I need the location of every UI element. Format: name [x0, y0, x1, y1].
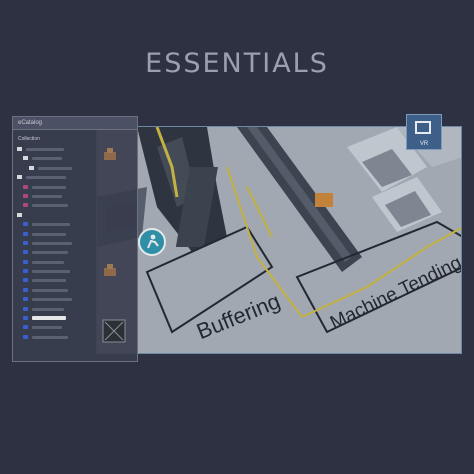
catalog-item[interactable]: [17, 183, 135, 192]
catalog-item-label: [32, 223, 70, 227]
vr-label: VR: [419, 141, 429, 147]
catalog-item-label: [26, 148, 64, 151]
catalog-item-label: [32, 241, 72, 245]
folder-icon: [17, 147, 22, 151]
item-icon: [23, 250, 28, 255]
folder-icon: [23, 156, 28, 161]
catalog-item-label: [38, 166, 72, 170]
robot-icon[interactable]: [101, 146, 119, 164]
item-icon: [23, 203, 28, 208]
collection-label: Collection: [18, 136, 40, 142]
catalog-item-label: [32, 251, 68, 255]
item-icon: [23, 334, 28, 339]
item-icon: [23, 193, 28, 198]
vr-headset-icon: [415, 121, 431, 134]
item-icon: [23, 325, 28, 330]
catalog-item[interactable]: [17, 173, 135, 182]
item-icon: [23, 259, 28, 264]
robot-icon[interactable]: [101, 318, 127, 344]
catalog-item-label: [26, 176, 66, 180]
catalog-item[interactable]: [17, 239, 135, 248]
catalog-item-label: [32, 335, 68, 339]
catalog-item-label: [32, 260, 64, 264]
item-icon: [23, 287, 28, 292]
catalog-item-label: [32, 204, 68, 208]
catalog-item-label: [32, 232, 66, 236]
catalog-item-label: [32, 194, 62, 198]
item-icon: [23, 240, 28, 245]
item-icon: [23, 231, 28, 236]
item-icon: [23, 316, 28, 321]
teleport-icon: [147, 234, 159, 249]
item-icon: [23, 222, 28, 227]
catalog-item-label: [32, 298, 72, 302]
catalog-item[interactable]: [17, 295, 135, 304]
catalog-item-label: [32, 279, 66, 283]
folder-icon: [17, 175, 22, 180]
catalog-item-label: [32, 307, 64, 311]
item-icon: [23, 297, 28, 302]
folder-icon: [29, 165, 34, 170]
ecatalog-title: eCatalog: [13, 117, 137, 130]
catalog-item[interactable]: [17, 192, 135, 201]
catalog-item-label: [32, 316, 66, 321]
robot-icon[interactable]: [101, 262, 119, 280]
item-icon: [23, 278, 28, 283]
page-title: ESSENTIALS: [145, 48, 329, 79]
folder-icon: [17, 212, 22, 217]
catalog-item-label: [32, 157, 62, 161]
catalog-item[interactable]: [17, 248, 135, 257]
vr-mode-button[interactable]: VR: [406, 114, 442, 150]
catalog-item-label: [32, 326, 62, 330]
item-icon: [23, 269, 28, 274]
catalog-item[interactable]: [17, 305, 135, 314]
catalog-item[interactable]: [17, 201, 135, 210]
catalog-item[interactable]: [17, 211, 135, 220]
catalog-tree[interactable]: [17, 145, 135, 342]
teleport-button[interactable]: [138, 228, 166, 256]
catalog-item[interactable]: [17, 286, 135, 295]
catalog-item[interactable]: [17, 164, 135, 173]
catalog-item[interactable]: [17, 230, 135, 239]
item-icon: [23, 184, 28, 189]
catalog-item[interactable]: [17, 220, 135, 229]
item-icon: [23, 306, 28, 311]
catalog-item-label: [32, 185, 66, 189]
conveyor-box: [315, 193, 333, 207]
catalog-item-label: [32, 270, 70, 274]
catalog-item-label: [32, 288, 68, 292]
